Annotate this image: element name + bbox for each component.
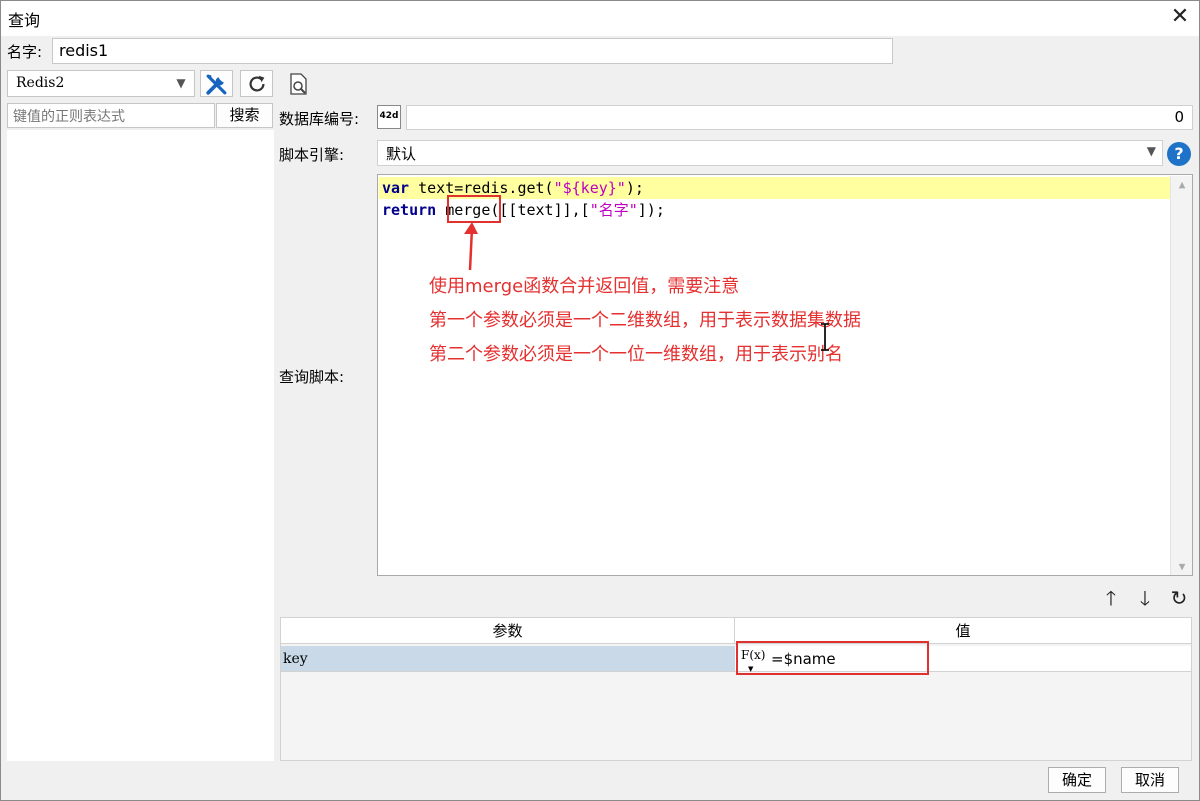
datasource-settings-button[interactable] [200, 70, 233, 97]
scroll-down-icon[interactable]: ▼ [1171, 560, 1193, 573]
merge-highlight-box [447, 195, 501, 223]
scroll-up-icon[interactable]: ▲ [1171, 178, 1193, 191]
db-number-input[interactable]: 0 [406, 105, 1193, 130]
refresh-keys-button[interactable] [240, 70, 273, 97]
param-name-cell[interactable]: key [281, 646, 735, 672]
annotation-note-1: 使用merge函数合并返回值，需要注意 [429, 276, 740, 297]
wrench-icon [206, 74, 227, 95]
ok-button[interactable]: 确定 [1048, 767, 1106, 793]
datasource-value: Redis2 [16, 75, 65, 91]
editor-scrollbar[interactable]: ▲ ▼ [1170, 176, 1192, 575]
text-cursor-icon [821, 323, 829, 351]
refresh-params-icon[interactable]: ↻ [1166, 585, 1192, 611]
move-down-icon[interactable]: 🡓 [1132, 585, 1158, 611]
script-engine-select[interactable]: 默认 ▼ [377, 140, 1163, 166]
chevron-down-icon: ▼ [1146, 144, 1156, 158]
script-editor[interactable]: var text=redis.get("${key}"); return mer… [377, 174, 1193, 576]
query-script-label: 查询脚本: [279, 368, 345, 386]
db-number-label: 数据库编号: [279, 110, 360, 128]
chevron-down-icon: ▼ [176, 76, 186, 90]
search-button[interactable]: 搜索 [216, 103, 273, 128]
param-table: 参数 值 key F(x) ▼ =$name [280, 617, 1192, 761]
refresh-icon [249, 75, 265, 92]
cancel-button[interactable]: 取消 [1121, 767, 1179, 793]
datasource-select[interactable]: Redis2 ▼ [7, 70, 195, 97]
move-up-icon[interactable]: 🡑 [1098, 585, 1124, 611]
number-format-icon[interactable]: 42d [377, 105, 401, 129]
close-icon[interactable]: ✕ [1166, 3, 1194, 31]
window-title: 查询 [8, 11, 41, 30]
column-header-param[interactable]: 参数 [281, 618, 735, 644]
key-regex-input[interactable]: 键值的正则表达式 [7, 103, 215, 128]
annotation-note-3: 第二个参数必须是一个一位一维数组，用于表示别名 [429, 344, 843, 365]
name-label: 名字: [7, 43, 43, 61]
key-list[interactable] [7, 130, 274, 761]
annotation-arrow-icon [464, 222, 478, 271]
code-line-1: var text=redis.get("${key}"); [382, 179, 644, 197]
help-icon[interactable]: ? [1167, 142, 1191, 166]
title-bar [0, 0, 1200, 36]
script-engine-value: 默认 [386, 145, 417, 163]
annotation-note-2: 第一个参数必须是一个二维数组，用于表示数据集数据 [429, 310, 861, 331]
preview-icon [290, 73, 307, 95]
value-highlight-box [736, 641, 929, 675]
script-engine-label: 脚本引擎: [279, 146, 345, 164]
code-line-2: return merge([[text]],["名字"]); [382, 201, 665, 219]
name-input[interactable]: redis1 [52, 38, 893, 64]
preview-button[interactable] [288, 72, 310, 96]
